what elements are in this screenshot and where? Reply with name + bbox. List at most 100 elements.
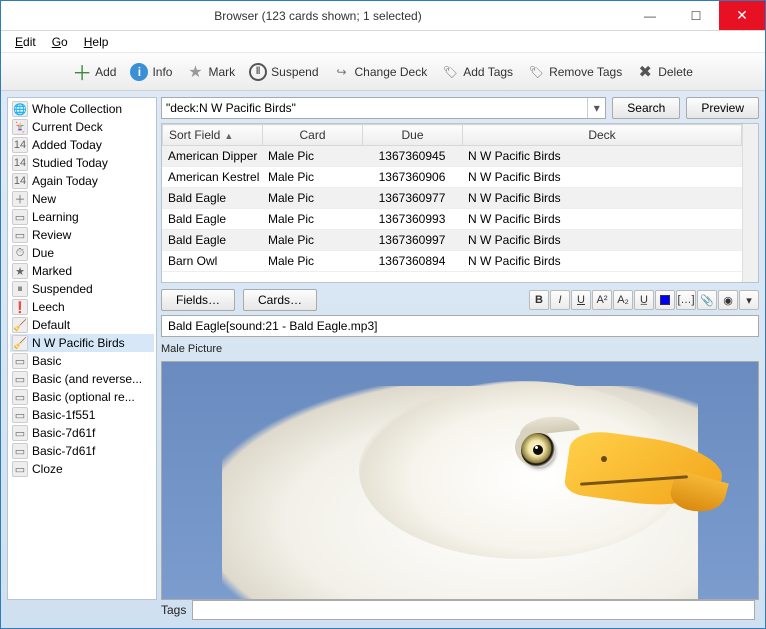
sidebar-item-marked[interactable]: ★Marked — [10, 262, 154, 280]
sidebar-item-leech[interactable]: ❗Leech — [10, 298, 154, 316]
record-button[interactable]: ◉ — [718, 290, 738, 310]
sidebar-icon: ▭ — [12, 227, 28, 243]
sidebar-item-label: Due — [32, 246, 54, 260]
attach-button[interactable]: 📎 — [697, 290, 717, 310]
sidebar-item-label: Basic — [32, 354, 61, 368]
sidebar-item-basic-and-reverse-[interactable]: ▭Basic (and reverse... — [10, 370, 154, 388]
menu-help[interactable]: Help — [78, 33, 115, 51]
maximize-button[interactable]: ☐ — [673, 1, 719, 30]
sidebar-item-cloze[interactable]: ▭ Cloze — [10, 460, 154, 478]
bold-button[interactable]: B — [529, 290, 549, 310]
suspend-button[interactable]: ⅡSuspend — [249, 63, 318, 81]
cloze-button[interactable]: […] — [676, 290, 696, 310]
preview-button[interactable]: Preview — [686, 97, 759, 119]
change-deck-icon: ↪ — [333, 63, 351, 81]
subscript-button[interactable]: A₂ — [613, 290, 633, 310]
field-1-value[interactable]: Bald Eagle[sound:21 - Bald Eagle.mp3] — [161, 315, 759, 337]
sidebar-item-basic-1f551[interactable]: ▭Basic-1f551 — [10, 406, 154, 424]
cards-button[interactable]: Cards… — [243, 289, 317, 311]
field-2-image[interactable] — [161, 361, 759, 600]
window-controls: — ☐ ✕ — [627, 1, 765, 30]
italic-button[interactable]: I — [550, 290, 570, 310]
superscript-button[interactable]: A² — [592, 290, 612, 310]
search-input[interactable] — [162, 98, 587, 118]
text-color-button[interactable] — [655, 290, 675, 310]
sidebar-icon: ▭ — [12, 425, 28, 441]
sidebar-item-label: Again Today — [32, 174, 98, 188]
plus-icon: ＋ — [73, 63, 91, 81]
col-due[interactable]: Due — [363, 125, 463, 146]
search-button[interactable]: Search — [612, 97, 680, 119]
fields-button[interactable]: Fields… — [161, 289, 235, 311]
sidebar-icon: ▭ — [12, 461, 28, 477]
sidebar-icon: 🧹 — [12, 317, 28, 333]
sidebar-icon: ▭ — [12, 209, 28, 225]
sidebar-item-label: Whole Collection — [32, 102, 122, 116]
search-dropdown-icon[interactable]: ▾ — [587, 98, 605, 118]
sidebar-item-basic-7d61f[interactable]: ▭Basic-7d61f — [10, 442, 154, 460]
sidebar-icon: ▭ — [12, 353, 28, 369]
table-row[interactable]: Barn OwlMale Pic1367360894N W Pacific Bi… — [162, 251, 742, 272]
format-toolbar: B I U A² A₂ U̲ […] 📎 ◉ ▾ — [529, 290, 759, 310]
sidebar-item-basic-7d61f[interactable]: ▭ Basic-7d61f — [10, 424, 154, 442]
sidebar-item-label: Basic-7d61f — [32, 426, 95, 440]
menu-edit[interactable]: Edit — [9, 33, 42, 51]
sidebar-icon: ★ — [12, 263, 28, 279]
delete-button[interactable]: ✖Delete — [636, 63, 693, 81]
search-field[interactable]: ▾ — [161, 97, 606, 119]
tags-input[interactable] — [192, 600, 755, 620]
sidebar-icon: 🌐 — [12, 101, 28, 117]
mark-button[interactable]: ★Mark — [186, 63, 235, 81]
add-tags-button[interactable]: 🏷Add Tags — [441, 63, 513, 81]
sidebar-item-suspended[interactable]: ⏸Suspended — [10, 280, 154, 298]
sidebar-icon: 🃏 — [12, 119, 28, 135]
sidebar-item-basic-optional-re-[interactable]: ▭Basic (optional re... — [10, 388, 154, 406]
menu-go[interactable]: Go — [46, 33, 74, 51]
sidebar-item-whole-collection[interactable]: 🌐 Whole Collection — [10, 100, 154, 118]
sidebar-item-due[interactable]: ⏱ Due — [10, 244, 154, 262]
sidebar-item-added-today[interactable]: 14Added Today — [10, 136, 154, 154]
sidebar-icon: ⏱ — [12, 245, 28, 261]
card-table[interactable]: Sort Field▲ Card Due Deck American Dippe — [161, 123, 759, 283]
more-button[interactable]: ▾ — [739, 290, 759, 310]
sidebar-item-label: Basic-1f551 — [32, 408, 95, 422]
sidebar[interactable]: 🌐 Whole Collection 🃏Current Deck14Added To… — [7, 97, 157, 600]
tag-plus-icon: 🏷 — [441, 63, 459, 81]
close-button[interactable]: ✕ — [719, 1, 765, 30]
sidebar-item-default[interactable]: 🧹Default — [10, 316, 154, 334]
col-card[interactable]: Card — [263, 125, 363, 146]
sidebar-item-studied-today[interactable]: 14Studied Today — [10, 154, 154, 172]
add-button[interactable]: ＋Add — [73, 63, 116, 81]
sidebar-item-basic[interactable]: ▭ Basic — [10, 352, 154, 370]
table-row[interactable]: Bald EagleMale Pic1367360997N W Pacific … — [162, 230, 742, 251]
sidebar-item-label: Leech — [32, 300, 65, 314]
col-deck[interactable]: Deck — [463, 125, 742, 146]
remove-format-button[interactable]: U̲ — [634, 290, 654, 310]
col-sort-field[interactable]: Sort Field▲ — [163, 125, 263, 146]
status-bar: Tags — [161, 598, 755, 622]
sidebar-item-label: Basic (and reverse... — [32, 372, 142, 386]
menubar: Edit Go Help — [1, 31, 765, 53]
table-row[interactable]: American DipperMale Pic1367360945N W Pac… — [162, 146, 742, 167]
table-row[interactable]: American KestrelMale Pic1367360906N W Pa… — [162, 167, 742, 188]
titlebar: Browser (123 cards shown; 1 selected) — … — [1, 1, 765, 31]
sidebar-item-label: Basic (optional re... — [32, 390, 135, 404]
sidebar-item-label: Cloze — [32, 462, 63, 476]
table-row[interactable]: Bald EagleMale Pic1367360993N W Pacific … — [162, 209, 742, 230]
table-scrollbar[interactable] — [742, 124, 758, 282]
sidebar-item-review[interactable]: ▭ Review — [10, 226, 154, 244]
sidebar-item-label: N W Pacific Birds — [32, 336, 125, 350]
sidebar-item-current-deck[interactable]: 🃏Current Deck — [10, 118, 154, 136]
minimize-button[interactable]: — — [627, 1, 673, 30]
sidebar-item-n-w-pacific-birds[interactable]: 🧹N W Pacific Birds — [10, 334, 154, 352]
main-panel: ▾ Search Preview Sort Field▲ Card — [161, 97, 759, 600]
sidebar-item-learning[interactable]: ▭Learning — [10, 208, 154, 226]
table-row[interactable]: Bald EagleMale Pic1367360977N W Pacific … — [162, 188, 742, 209]
sidebar-item-again-today[interactable]: 14Again Today — [10, 172, 154, 190]
sidebar-item-label: Review — [32, 228, 71, 242]
info-button[interactable]: iInfo — [130, 63, 172, 81]
change-deck-button[interactable]: ↪Change Deck — [333, 63, 428, 81]
sidebar-item-new[interactable]: ＋New — [10, 190, 154, 208]
remove-tags-button[interactable]: 🏷Remove Tags — [527, 63, 622, 81]
underline-button[interactable]: U — [571, 290, 591, 310]
